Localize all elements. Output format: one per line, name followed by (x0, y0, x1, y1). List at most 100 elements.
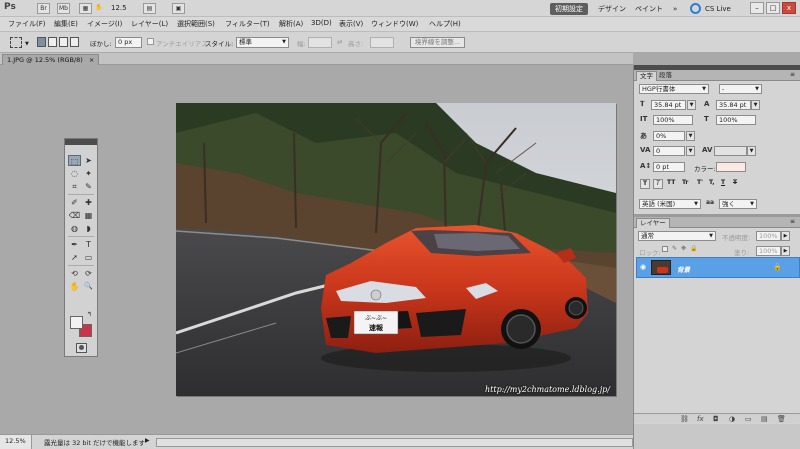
lock-position-icon[interactable]: ✥ (681, 245, 686, 252)
tracking-input[interactable] (714, 146, 747, 156)
adjustment-layer-icon[interactable]: ◑ (729, 415, 735, 423)
chevron-down-icon[interactable]: ▼ (25, 41, 29, 47)
leading-dropdown[interactable]: ▼ (751, 100, 760, 110)
quick-mask-icon[interactable] (76, 343, 87, 353)
zoom-tool[interactable]: 🔍 (82, 281, 95, 292)
lasso-tool[interactable]: ◌ (68, 168, 81, 179)
3d-rotate-tool[interactable]: ⟲ (68, 268, 81, 279)
feather-input[interactable]: 0 px (115, 37, 142, 48)
leading-input[interactable]: 35.84 pt (716, 100, 751, 110)
minimize-button[interactable]: – (750, 2, 764, 14)
hand-tool[interactable]: ✋ (68, 281, 81, 292)
screen-mode-button[interactable]: ▣ (172, 3, 185, 14)
workspace-essentials[interactable]: 初期設定 (550, 3, 588, 15)
menu-view[interactable]: 表示(V) (339, 19, 363, 29)
eye-icon[interactable]: ◉ (640, 263, 646, 271)
delete-layer-icon[interactable]: 🗑 (777, 415, 786, 423)
fill-input[interactable]: 100% (756, 246, 781, 256)
workspace-paint[interactable]: ペイント (630, 3, 668, 15)
superscript-button[interactable]: T' (697, 179, 703, 186)
document-canvas-image[interactable]: ぶ~ぶ~ 速報 http://my2chmatome.ldblog.jp/ (176, 103, 616, 396)
antialias-checkbox[interactable] (147, 38, 154, 45)
style-select[interactable]: 標準 ▼ (236, 37, 289, 48)
panel-menu-icon[interactable]: ≡ (790, 218, 795, 225)
lock-pixels-icon[interactable]: ✎ (672, 245, 677, 252)
tab-character[interactable]: 文字 (636, 71, 657, 81)
baseline-shift-input[interactable]: 0 pt (653, 162, 685, 172)
new-layer-icon[interactable]: ▤ (761, 415, 768, 423)
horizontal-scrollbar[interactable] (156, 438, 633, 447)
hand-view-icon[interactable]: ✋ (94, 3, 104, 14)
lock-transparency-icon[interactable] (662, 246, 668, 252)
menu-edit[interactable]: 編集(E) (54, 19, 78, 29)
font-style-select[interactable]: - ▼ (719, 84, 762, 94)
lock-all-icon[interactable]: 🔒 (690, 245, 697, 252)
swap-colors-icon[interactable]: ↰ (87, 311, 92, 318)
crop-tool[interactable]: ⌗ (68, 181, 81, 192)
kerning-input[interactable]: 0 (653, 146, 685, 156)
antialias-select[interactable]: 強く ▼ (719, 199, 757, 209)
link-layers-icon[interactable]: ⛓ (680, 415, 689, 423)
menu-select[interactable]: 選択範囲(S) (177, 19, 215, 29)
cs-live-button[interactable]: CS Live (700, 3, 736, 15)
menu-image[interactable]: イメージ(I) (87, 19, 122, 29)
dodge-tool[interactable]: ◗ (82, 223, 95, 234)
menu-3d[interactable]: 3D(D) (311, 19, 332, 27)
arrange-documents-button[interactable]: ▤ (143, 3, 156, 14)
healing-brush-tool[interactable]: ✐ (68, 197, 81, 208)
font-size-input[interactable]: 35.84 pt (651, 100, 686, 110)
move-tool[interactable]: ➤ (82, 155, 95, 166)
width-input[interactable] (308, 37, 332, 48)
tools-panel-header[interactable] (65, 139, 97, 145)
menu-file[interactable]: ファイル(F) (8, 19, 46, 29)
bridge-button[interactable]: Br (37, 3, 50, 14)
blur-tool[interactable]: ◍ (68, 223, 81, 234)
eraser-tool[interactable]: ⌫ (68, 210, 81, 221)
panel-menu-icon[interactable]: ≡ (790, 71, 795, 78)
intersect-selection-icon[interactable] (70, 37, 79, 47)
marquee-tool-preset-icon[interactable] (10, 37, 22, 48)
tab-paragraph[interactable]: 段落 (656, 71, 675, 81)
gradient-tool[interactable]: ▦ (82, 210, 95, 221)
menu-filter[interactable]: フィルター(T) (225, 19, 270, 29)
horizontal-scale-input[interactable]: 100% (716, 115, 756, 125)
pen-tool[interactable]: ✒ (68, 239, 81, 250)
vertical-scale-input[interactable]: 100% (653, 115, 693, 125)
font-size-dropdown[interactable]: ▼ (687, 100, 696, 110)
new-group-icon[interactable]: ▭ (745, 415, 752, 423)
menu-analysis[interactable]: 解析(A) (279, 19, 303, 29)
status-menu-arrow-icon[interactable]: ▶ (145, 437, 150, 444)
strikethrough-button[interactable]: T (733, 179, 737, 186)
tracking-dropdown[interactable]: ▼ (747, 146, 756, 156)
faux-bold-button[interactable]: T (640, 179, 650, 189)
workspace-more-button[interactable]: » (668, 3, 682, 15)
shape-tool[interactable]: ▭ (82, 252, 95, 263)
language-select[interactable]: 英語 (米国) ▼ (639, 199, 701, 209)
close-tab-icon[interactable]: × (89, 56, 94, 64)
tab-layers[interactable]: レイヤー (636, 218, 670, 228)
font-family-select[interactable]: HGP行書体 ▼ (639, 84, 709, 94)
small-caps-button[interactable]: Tr (682, 179, 688, 186)
tsume-dropdown[interactable]: ▼ (686, 131, 695, 141)
layer-name[interactable]: 背景 (677, 264, 690, 274)
type-tool[interactable]: T (82, 239, 95, 250)
faux-italic-button[interactable]: T (653, 179, 663, 189)
add-selection-icon[interactable] (48, 37, 57, 47)
subtract-selection-icon[interactable] (59, 37, 68, 47)
subscript-button[interactable]: T, (709, 179, 715, 186)
menu-layer[interactable]: レイヤー(L) (131, 19, 168, 29)
all-caps-button[interactable]: TT (667, 179, 675, 186)
kerning-dropdown[interactable]: ▼ (686, 146, 695, 156)
rectangular-marquee-tool[interactable]: ⬚ (68, 155, 81, 166)
maximize-button[interactable]: □ (766, 2, 780, 14)
tsume-input[interactable]: 0% (653, 131, 685, 141)
height-input[interactable] (370, 37, 394, 48)
new-selection-icon[interactable] (37, 37, 46, 47)
layer-mask-icon[interactable]: ◘ (713, 415, 719, 423)
brush-tool[interactable]: ✚ (82, 197, 95, 208)
minibridge-button[interactable]: Mb (57, 3, 70, 14)
layer-style-icon[interactable]: fx (697, 415, 704, 423)
view-extras-button[interactable]: ▦ (79, 3, 92, 14)
document-tab[interactable]: 1.JPG @ 12.5% (RGB/8) × (2, 54, 100, 65)
foreground-color-swatch-front[interactable] (70, 316, 83, 329)
